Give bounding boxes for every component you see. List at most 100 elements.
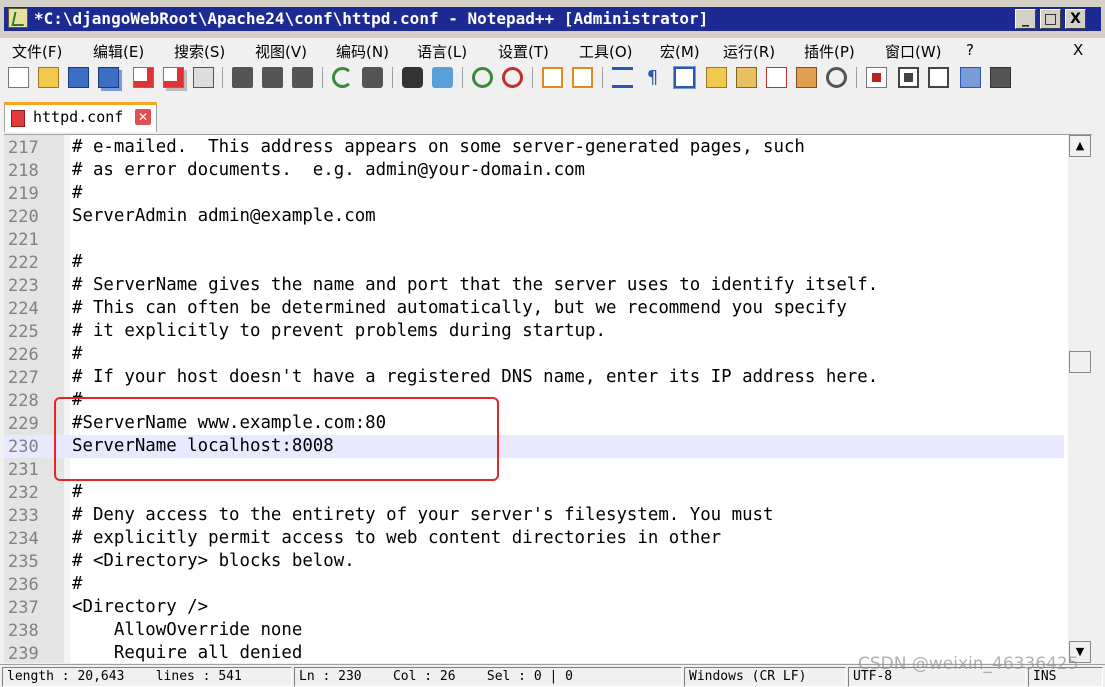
toolbar-separator xyxy=(462,67,463,88)
code-line[interactable]: 235 # <Directory> blocks below. xyxy=(4,550,1064,573)
line-number: 231 xyxy=(8,460,39,480)
code-line[interactable]: 234 # explicitly permit access to web con… xyxy=(4,527,1064,550)
tab-close-icon[interactable]: ✕ xyxy=(135,109,151,125)
line-text[interactable]: <Directory /> xyxy=(72,597,208,617)
close-icon[interactable] xyxy=(133,67,154,88)
menu-search[interactable]: 搜索(S) xyxy=(174,41,225,62)
code-line[interactable]: 218 # as error documents. e.g. admin@your… xyxy=(4,159,1064,182)
record-macro-icon[interactable] xyxy=(866,67,887,88)
line-text[interactable]: # explicitly permit access to web conten… xyxy=(72,528,721,548)
code-line[interactable]: 224 # This can often be determined automa… xyxy=(4,297,1064,320)
monitor-icon[interactable] xyxy=(826,67,847,88)
folder-workspace-icon[interactable] xyxy=(796,67,817,88)
run-macro-multiple-icon[interactable] xyxy=(960,67,981,88)
redo-icon[interactable] xyxy=(362,67,383,88)
line-text[interactable]: # This can often be determined automatic… xyxy=(72,298,847,318)
line-number: 222 xyxy=(8,253,39,273)
menu-language[interactable]: 语言(L) xyxy=(417,41,467,62)
watermark: CSDN @weixin_46336425 xyxy=(858,654,1079,674)
menu-tools[interactable]: 工具(O) xyxy=(579,41,633,62)
cut-icon[interactable] xyxy=(232,67,253,88)
code-line[interactable]: 232 # xyxy=(4,481,1064,504)
code-line[interactable]: 222 # xyxy=(4,251,1064,274)
code-line[interactable]: 238 AllowOverride none xyxy=(4,619,1064,642)
code-line[interactable]: 226 # xyxy=(4,343,1064,366)
save-all-icon[interactable] xyxy=(98,67,119,88)
menu-encoding[interactable]: 编码(N) xyxy=(336,41,389,62)
code-line[interactable]: 227 # If your host doesn't have a registe… xyxy=(4,366,1064,389)
code-line[interactable]: 225 # it explicitly to prevent problems d… xyxy=(4,320,1064,343)
line-text[interactable]: # <Directory> blocks below. xyxy=(72,551,355,571)
code-line[interactable]: 221 xyxy=(4,228,1064,251)
editor-pane[interactable]: 217 # e-mailed. This address appears on s… xyxy=(4,134,1092,663)
close-document-button[interactable]: X xyxy=(1073,41,1083,59)
line-text[interactable]: # If your host doesn't have a registered… xyxy=(72,367,878,387)
code-line[interactable]: 237 <Directory /> xyxy=(4,596,1064,619)
status-length: length : 20,643 xyxy=(7,669,125,684)
scroll-up-button[interactable]: ▲ xyxy=(1069,135,1091,157)
menu-plugins[interactable]: 插件(P) xyxy=(804,41,855,62)
print-icon[interactable] xyxy=(193,67,214,88)
code-line[interactable]: 220 ServerAdmin admin@example.com xyxy=(4,205,1064,228)
indent-guide-icon[interactable] xyxy=(673,66,696,89)
paste-icon[interactable] xyxy=(292,67,313,88)
scroll-thumb[interactable] xyxy=(1069,351,1091,373)
menu-run[interactable]: 运行(R) xyxy=(723,41,775,62)
line-number: 226 xyxy=(8,345,39,365)
line-text[interactable]: # it explicitly to prevent problems duri… xyxy=(72,321,606,341)
word-wrap-icon[interactable] xyxy=(612,67,633,88)
menu-view[interactable]: 视图(V) xyxy=(255,41,307,62)
status-eol[interactable]: Windows (CR LF) xyxy=(684,667,846,687)
menu-help[interactable]: ? xyxy=(966,41,974,59)
save-icon[interactable] xyxy=(68,67,89,88)
line-number: 217 xyxy=(8,138,39,158)
zoom-out-icon[interactable] xyxy=(502,67,523,88)
find-icon[interactable] xyxy=(402,67,423,88)
undo-icon[interactable] xyxy=(332,67,353,88)
code-line[interactable]: 236 # xyxy=(4,573,1064,596)
line-text[interactable]: # e-mailed. This address appears on some… xyxy=(72,137,805,157)
menu-settings[interactable]: 设置(T) xyxy=(498,41,549,62)
line-text[interactable]: # Deny access to the entirety of your se… xyxy=(72,505,774,525)
vertical-scrollbar[interactable]: ▲ ▼ xyxy=(1068,135,1092,663)
line-text[interactable]: AllowOverride none xyxy=(72,620,302,640)
zoom-in-icon[interactable] xyxy=(472,67,493,88)
copy-icon[interactable] xyxy=(262,67,283,88)
code-line[interactable]: 233 # Deny access to the entirety of your… xyxy=(4,504,1064,527)
stop-record-icon[interactable] xyxy=(898,67,919,88)
line-text[interactable]: # ServerName gives the name and port tha… xyxy=(72,275,878,295)
notepadpp-app-icon[interactable] xyxy=(8,8,28,28)
save-macro-icon[interactable] xyxy=(990,67,1011,88)
menu-window[interactable]: 窗口(W) xyxy=(885,41,942,62)
line-text[interactable]: # xyxy=(72,183,82,203)
user-lang-icon[interactable] xyxy=(706,67,727,88)
status-ln: Ln : 230 xyxy=(299,669,362,684)
code-line[interactable]: 219 # xyxy=(4,182,1064,205)
sync-horizontal-icon[interactable] xyxy=(572,67,593,88)
function-list-icon[interactable] xyxy=(766,67,787,88)
code-line[interactable]: 217 # e-mailed. This address appears on s… xyxy=(4,136,1064,159)
line-text[interactable]: # as error documents. e.g. admin@your-do… xyxy=(72,160,585,180)
doc-map-icon[interactable] xyxy=(736,67,757,88)
line-text[interactable]: # xyxy=(72,482,82,502)
maximize-button[interactable]: □ xyxy=(1040,9,1061,29)
minimize-button[interactable]: _ xyxy=(1015,9,1036,29)
close-button[interactable]: X xyxy=(1065,9,1086,29)
sync-vertical-icon[interactable] xyxy=(542,67,563,88)
line-text[interactable]: # xyxy=(72,252,82,272)
replace-icon[interactable] xyxy=(432,67,453,88)
close-all-icon[interactable] xyxy=(163,67,184,88)
menu-file[interactable]: 文件(F) xyxy=(12,41,62,62)
line-text[interactable]: ServerAdmin admin@example.com xyxy=(72,206,376,226)
new-file-icon[interactable] xyxy=(8,67,29,88)
menu-edit[interactable]: 编辑(E) xyxy=(93,41,144,62)
open-file-icon[interactable] xyxy=(38,67,59,88)
code-line[interactable]: 223 # ServerName gives the name and port … xyxy=(4,274,1064,297)
line-text[interactable]: # xyxy=(72,574,82,594)
show-all-chars-icon[interactable]: ¶ xyxy=(642,67,663,88)
playback-icon[interactable] xyxy=(928,67,949,88)
line-text[interactable]: Require all denied xyxy=(72,643,302,663)
tab-httpd-conf[interactable]: httpd.conf ✕ xyxy=(4,102,157,132)
line-text[interactable]: # xyxy=(72,344,82,364)
menu-macro[interactable]: 宏(M) xyxy=(660,41,700,62)
